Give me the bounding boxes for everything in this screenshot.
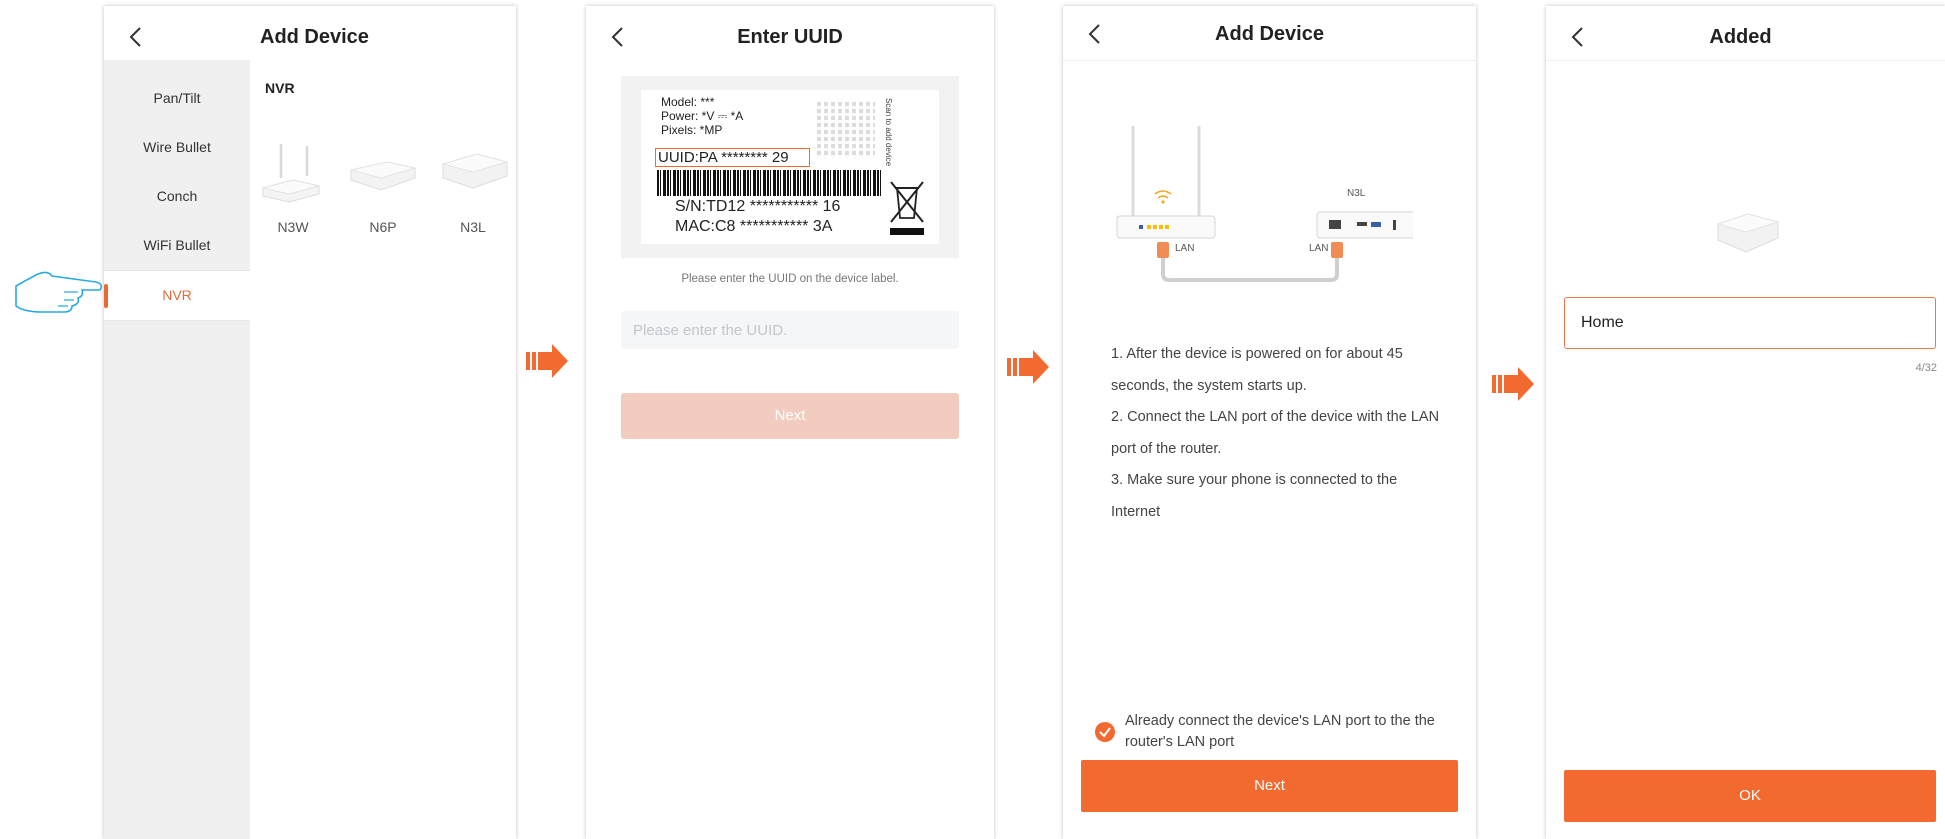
header: Added (1546, 6, 1945, 60)
label-sticker: Model: *** Power: *V ⎓ *A Pixels: *MP Sc… (641, 90, 939, 244)
page-title: Enter UUID (737, 26, 843, 48)
nvr-device-icon (1716, 213, 1780, 253)
sidebar-item-label: NVR (162, 287, 192, 303)
router-nvr-diagram (1116, 126, 1413, 282)
enter-uuid-screen: Enter UUID Model: *** Power: *V ⎓ *A Pix… (586, 6, 994, 839)
uuid-input[interactable] (621, 311, 959, 349)
product-n6p[interactable]: N6P (343, 138, 423, 235)
page-title: Add Device (260, 26, 369, 48)
pointing-hand-icon (15, 271, 103, 313)
device-label-image: Model: *** Power: *V ⎓ *A Pixels: *MP Sc… (621, 76, 959, 258)
header-divider (1063, 60, 1476, 61)
back-icon[interactable] (126, 26, 148, 48)
label-pixels: Pixels: *MP (661, 123, 723, 137)
diagram-lan-left: LAN (1175, 243, 1195, 254)
instruction-list: 1. After the device is powered on for ab… (1111, 339, 1441, 528)
diagram-lan-right: LAN (1309, 243, 1329, 254)
sidebar-item-pan-tilt[interactable]: Pan/Tilt (104, 74, 250, 123)
product-label: N3L (460, 219, 486, 235)
sidebar-item-nvr[interactable]: NVR (104, 270, 250, 321)
device-added-screen: Added 4/32 OK (1546, 6, 1945, 839)
label-mac: MAC:C8 *********** 3A (675, 218, 833, 235)
sidebar-item-conch[interactable]: Conch (104, 172, 250, 221)
sidebar-item-wire-bullet[interactable]: Wire Bullet (104, 123, 250, 172)
category-heading: NVR (265, 80, 295, 96)
barcode (657, 170, 883, 196)
header: Enter UUID (586, 6, 994, 60)
connect-lan-screen: Add Device N3L LAN LAN 1. After the devi… (1063, 6, 1476, 839)
instruction-step: 2. Connect the LAN port of the device wi… (1111, 409, 1440, 457)
diagram-device-name: N3L (1347, 188, 1366, 199)
arrow-right-icon (1492, 367, 1534, 401)
sidebar-item-wifi-bullet[interactable]: WiFi Bullet (104, 221, 250, 270)
n3l-device-icon (441, 153, 509, 189)
n3w-device-icon (262, 144, 320, 203)
product-n3w[interactable]: N3W (253, 138, 333, 235)
weee-bin-icon (890, 181, 924, 235)
product-n3l[interactable]: N3L (433, 138, 513, 235)
instruction-step: 1. After the device is powered on for ab… (1111, 346, 1403, 394)
header: Add Device (1063, 6, 1476, 60)
arrow-right-icon (1007, 350, 1049, 384)
add-device-category-screen: Add Device Pan/Tilt Wire Bullet Conch Wi… (104, 6, 516, 839)
label-uuid: UUID:PA ******** 29 (658, 149, 789, 166)
checkbox-label: Already connect the device's LAN port to… (1125, 713, 1435, 750)
arrow-right-icon (526, 344, 568, 378)
label-model: Model: *** (661, 95, 715, 109)
device-name-input[interactable] (1564, 297, 1936, 349)
label-scan-text: Scan to add device (884, 98, 893, 167)
label-power: Power: *V ⎓ *A (661, 109, 744, 123)
char-counter: 4/32 (1915, 362, 1937, 374)
product-label: N3W (277, 219, 309, 235)
checkbox-checked-icon (1095, 722, 1115, 742)
next-button[interactable]: Next (1081, 760, 1458, 812)
instruction-step: 3. Make sure your phone is connected to … (1111, 472, 1398, 520)
page-title: Add Device (1215, 23, 1324, 45)
next-button[interactable]: Next (621, 393, 959, 439)
category-sidebar: Pan/Tilt Wire Bullet Conch WiFi Bullet N… (104, 60, 250, 839)
label-sn: S/N:TD12 *********** 16 (675, 198, 841, 215)
header-divider (1546, 60, 1945, 61)
header: Add Device (104, 6, 516, 60)
product-label: N6P (369, 219, 397, 235)
page-title: Added (1709, 26, 1772, 48)
ok-button[interactable]: OK (1564, 770, 1936, 822)
uuid-hint: Please enter the UUID on the device labe… (681, 273, 899, 285)
n6p-device-icon (350, 161, 416, 191)
qr-code (817, 100, 875, 158)
connection-diagram: N3L LAN LAN (1113, 116, 1413, 296)
